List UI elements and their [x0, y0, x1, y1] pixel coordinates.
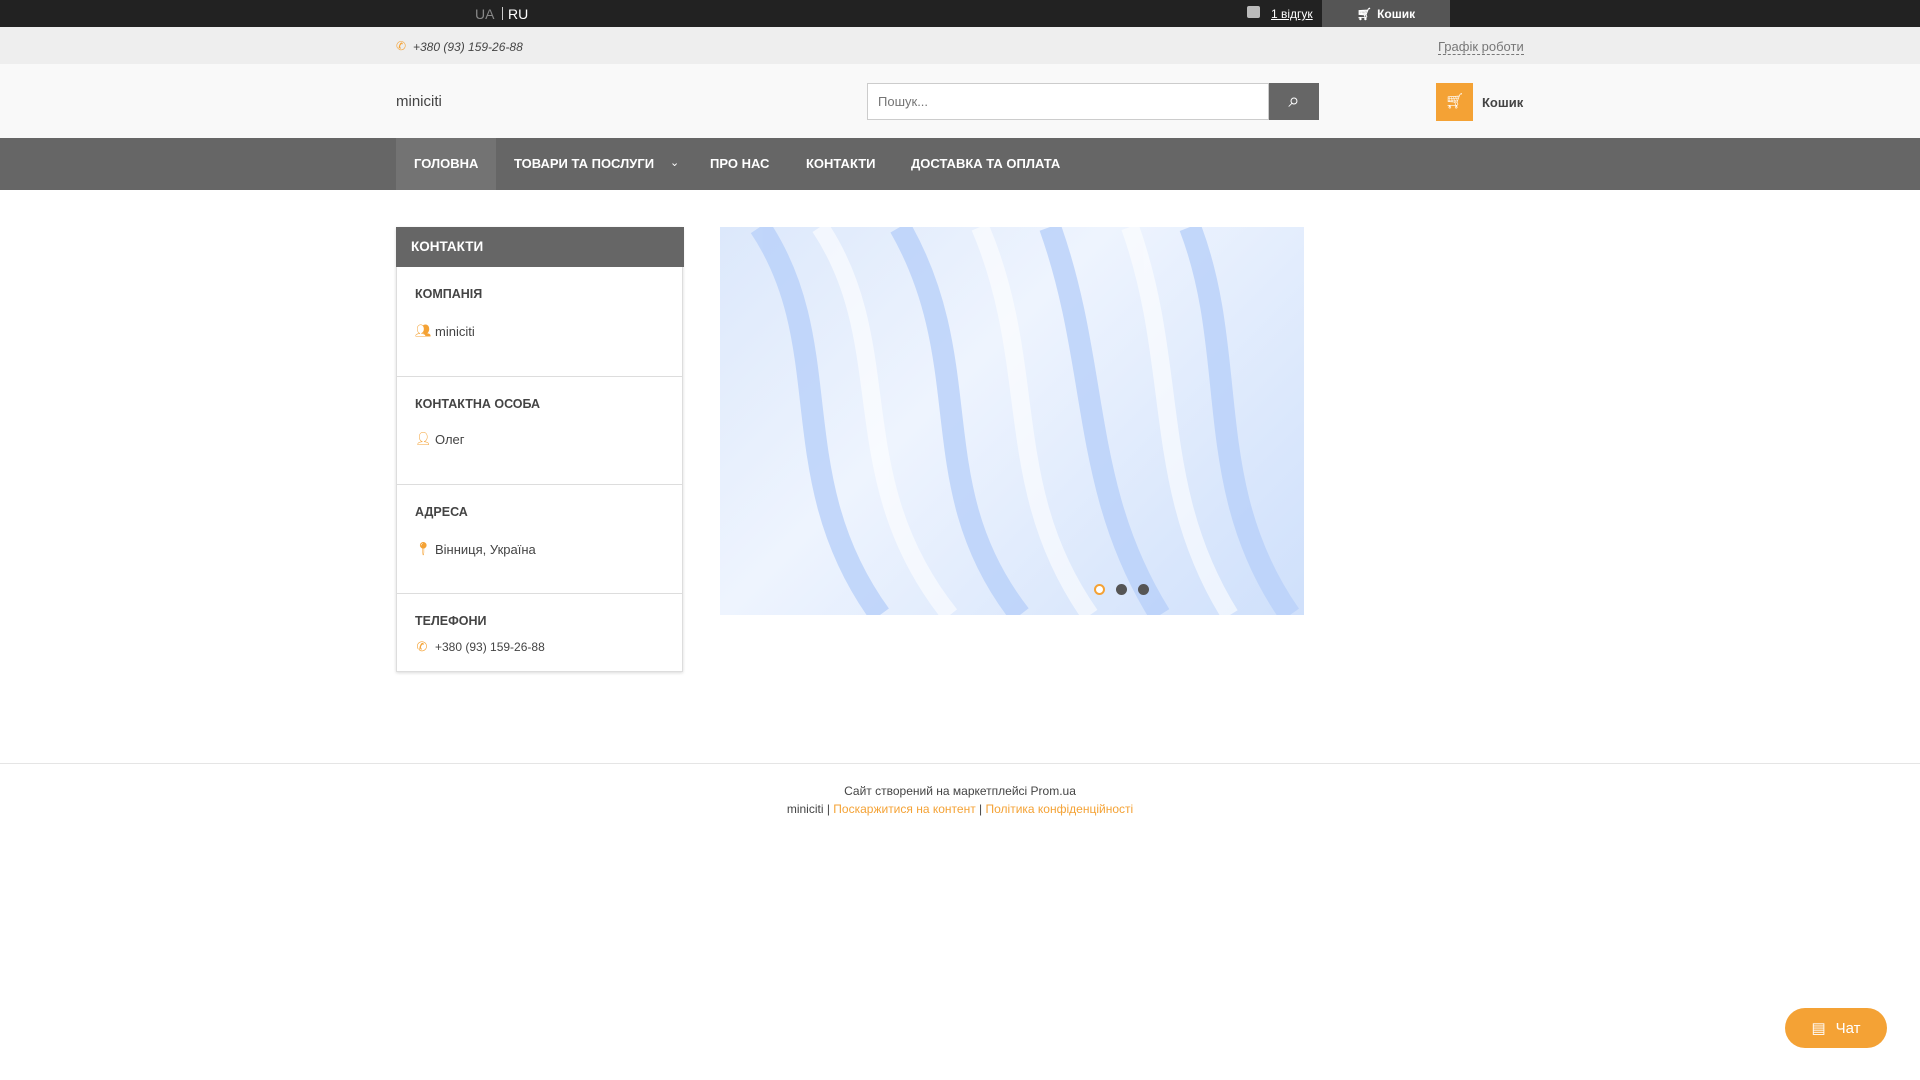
phones-section: ТЕЛЕФОНИ ✆ +380 (93) 159-26-88 [397, 593, 682, 672]
person-icon: 👤︎ [415, 431, 432, 446]
banner-image [750, 227, 1300, 615]
section-heading: АДРЕСА [415, 505, 468, 519]
lang-ua[interactable]: UA [475, 6, 494, 22]
phone-icon: ✆ [396, 39, 407, 53]
footer-company: miniciti [786, 802, 824, 816]
comment-icon [1247, 6, 1260, 18]
section-heading: КОНТАКТНА ОСОБА [415, 397, 541, 411]
nav-about[interactable]: ПРО НАС [692, 138, 787, 190]
chat-label: Чат [1835, 1019, 1861, 1037]
top-cart-button[interactable]: 🛒︎ Кошик [1322, 0, 1450, 27]
company-name: miniciti [435, 323, 475, 339]
header-cart-label[interactable]: Кошик [1482, 95, 1523, 110]
footer-created: Сайт створений на маркетплейсі Prom.ua [844, 784, 1076, 798]
chevron-down-icon[interactable]: ⌄ [670, 156, 679, 169]
info-bar [0, 27, 1920, 64]
complain-link[interactable]: Поскаржитися на контент [833, 802, 975, 816]
header-phone[interactable]: +380 (93) 159-26-88 [413, 40, 523, 54]
company-icon: 👥︎ [415, 323, 432, 338]
address: Вінниця, Україна [435, 541, 536, 557]
location-pin-icon: 📍︎ [415, 541, 432, 556]
cart-icon: 🛒︎ [1444, 93, 1465, 110]
footer-divider [0, 763, 1920, 764]
lang-divider [502, 7, 503, 20]
section-heading: ТЕЛЕФОНИ [415, 614, 487, 628]
lang-ru[interactable]: RU [508, 6, 528, 22]
contact-person-section: КОНТАКТНА ОСОБА 👤︎ Олег [397, 376, 682, 484]
slide-dot-3[interactable] [1138, 584, 1149, 595]
contacts-title: КОНТАКТИ [396, 227, 684, 267]
address-section: АДРЕСА 📍︎ Вінниця, Україна [397, 484, 682, 593]
contacts-panel: КОНТАКТИ КОМПАНІЯ 👥︎ miniciti КОНТАКТНА О… [396, 227, 684, 672]
banner-slider[interactable] [720, 227, 1304, 615]
nav-delivery[interactable]: ДОСТАВКА ТА ОПЛАТА [893, 138, 1078, 190]
company-section: КОМПАНІЯ 👥︎ miniciti [397, 267, 682, 376]
nav-products[interactable]: ТОВАРИ ТА ПОСЛУГИ [496, 138, 672, 190]
footer-links: miniciti | Поскаржитися на контент | Пол… [786, 802, 1134, 816]
top-cart-label: Кошик [1377, 6, 1416, 21]
slide-dot-2[interactable] [1116, 584, 1127, 595]
phone-number[interactable]: +380 (93) 159-26-88 [435, 640, 545, 654]
privacy-link[interactable]: Політика конфіденційності [986, 802, 1134, 816]
reviews-link[interactable]: 1 відгук [1271, 7, 1313, 21]
logo[interactable]: miniciti [396, 93, 442, 110]
chat-button[interactable]: ▤ Чат [1785, 1008, 1887, 1048]
top-bar [0, 0, 1920, 27]
contact-person: Олег [435, 431, 465, 447]
search-input[interactable] [867, 83, 1269, 120]
search-icon: ⌕ [1288, 90, 1300, 112]
search-button[interactable]: ⌕ [1269, 83, 1319, 120]
schedule-link[interactable]: Графік роботи [1438, 39, 1524, 55]
nav-contacts[interactable]: КОНТАКТИ [788, 138, 894, 190]
slide-dot-1[interactable] [1094, 584, 1105, 595]
phone-icon: ✆ [416, 639, 428, 654]
header-cart-button[interactable]: 🛒︎ [1436, 83, 1473, 121]
chat-icon: ▤ [1811, 1020, 1826, 1037]
cart-icon: 🛒︎ [1356, 6, 1373, 21]
nav-home[interactable]: ГОЛОВНА [396, 138, 496, 190]
section-heading: КОМПАНІЯ [415, 287, 483, 301]
